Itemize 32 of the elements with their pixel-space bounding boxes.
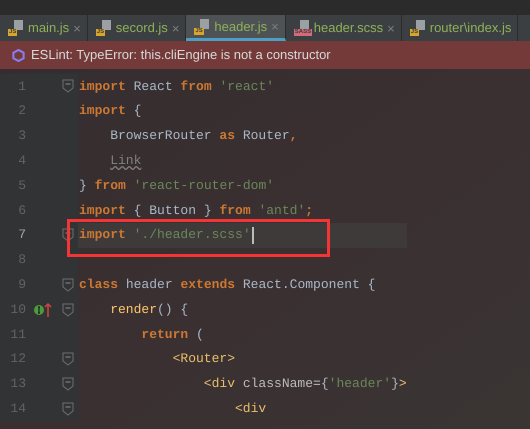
implements-marker-icon[interactable] (33, 302, 53, 318)
fold-icon[interactable] (62, 278, 74, 292)
tab-label: main.js (28, 19, 70, 38)
code-line: Link (109, 152, 142, 170)
fold-icon[interactable] (62, 376, 74, 391)
code-line: import React from 'react' (78, 78, 274, 96)
code-line: class header extends React.Component { (78, 276, 376, 294)
close-icon[interactable]: × (387, 22, 395, 34)
close-icon[interactable]: × (73, 22, 81, 34)
code-line: <div className={'header'}> (202, 375, 407, 394)
fold-icon[interactable] (62, 302, 74, 317)
hexagon-icon (12, 48, 25, 62)
code-line: } from 'react-router-dom' (78, 176, 274, 195)
code-line: <Router> (172, 350, 236, 368)
tab-label: header.js (214, 18, 268, 36)
tab-label: secord.js (116, 19, 168, 38)
code-line: <div (234, 400, 266, 418)
line-number: 7 (17, 226, 26, 244)
tab-label: router\index.js (430, 19, 512, 38)
code-line: render() { (109, 300, 188, 319)
fold-icon[interactable] (62, 352, 74, 366)
text-cursor (252, 226, 254, 244)
code-line: return ( (140, 326, 204, 344)
code-line: import { (78, 102, 142, 120)
fold-icon[interactable] (62, 402, 74, 416)
close-icon[interactable]: × (172, 22, 180, 34)
error-message: ESLint: TypeError: this.cliEngine is not a constructor (31, 46, 331, 64)
fold-icon[interactable] (62, 79, 74, 94)
tab-label: header.scss (314, 19, 384, 38)
code-line: import './header.scss' (78, 225, 254, 245)
code-line: import { Button } from 'antd'; (78, 202, 314, 220)
code-line: BrowserRouter as Router, (109, 127, 298, 146)
